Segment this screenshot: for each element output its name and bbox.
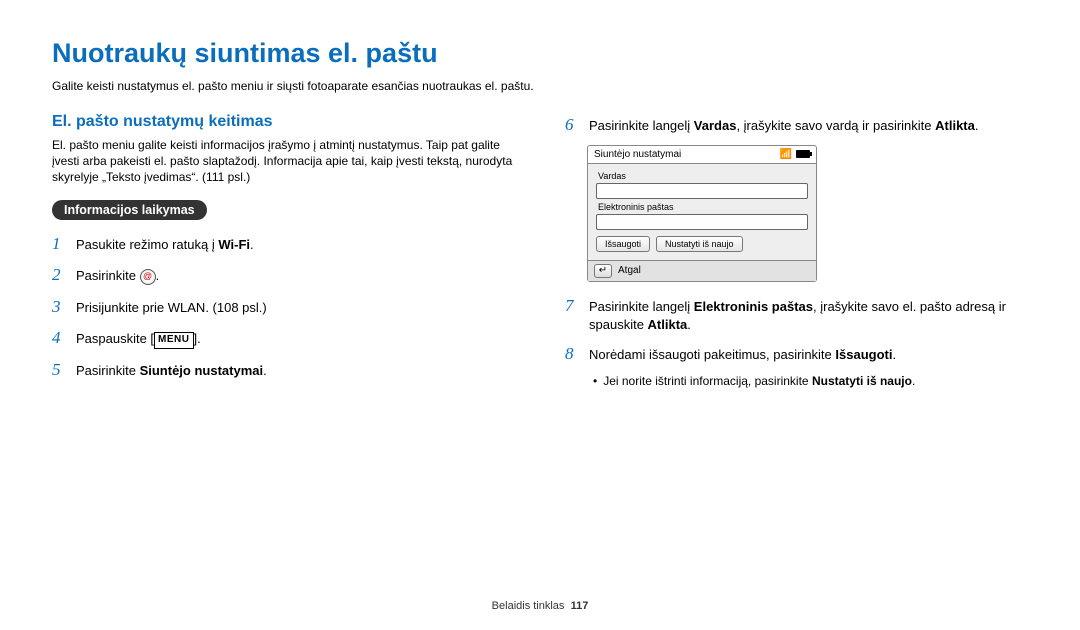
step-num: 5	[52, 358, 66, 383]
step-4: 4 Paspauskite [MENU].	[52, 326, 515, 351]
step-text: Pasirinkite @.	[76, 267, 159, 286]
device-label-email: Elektroninis paštas	[598, 202, 808, 212]
left-column: El. pašto nustatymų keitimas El. pašto m…	[52, 113, 515, 390]
step-1: 1 Pasukite režimo ratuką į Wi-Fi.	[52, 232, 515, 257]
right-column: 6 Pasirinkite langelį Vardas, įrašykite …	[565, 113, 1028, 390]
step-7: 7 Pasirinkite langelį Elektroninis pašta…	[565, 294, 1028, 336]
back-icon[interactable]: ↵	[594, 264, 612, 278]
device-status-icons	[780, 149, 810, 160]
page-intro: Galite keisti nustatymus el. pašto meniu…	[52, 79, 1028, 93]
step-2: 2 Pasirinkite @.	[52, 263, 515, 288]
device-header: Siuntėjo nustatymai	[588, 146, 816, 164]
device-label-name: Vardas	[598, 171, 808, 181]
step-text: Paspauskite [MENU].	[76, 330, 201, 349]
page-footer: Belaidis tinklas 117	[0, 600, 1080, 612]
step-5: 5 Pasirinkite Siuntėjo nustatymai.	[52, 358, 515, 383]
step-text: Pasirinkite langelį Elektroninis paštas,…	[589, 298, 1028, 336]
section-desc: El. pašto meniu galite keisti informacij…	[52, 137, 515, 186]
step-text: Norėdami išsaugoti pakeitimus, pasirinki…	[589, 346, 896, 365]
info-pill: Informacijos laikymas	[52, 200, 207, 220]
device-input-email[interactable]	[596, 214, 808, 230]
step-text: Pasirinkite Siuntėjo nustatymai.	[76, 362, 267, 381]
step-num: 4	[52, 326, 66, 351]
device-input-name[interactable]	[596, 183, 808, 199]
device-mockup: Siuntėjo nustatymai Vardas Elektroninis …	[587, 145, 817, 282]
footer-section: Belaidis tinklas	[492, 600, 565, 612]
step-num: 3	[52, 295, 66, 320]
device-title: Siuntėjo nustatymai	[594, 149, 681, 160]
sub-bullet: Jei norite ištrinti informaciją, pasirin…	[593, 374, 1028, 388]
device-back-label: Atgal	[618, 265, 641, 276]
right-steps-2: 7 Pasirinkite langelį Elektroninis pašta…	[565, 294, 1028, 367]
step-num: 6	[565, 113, 579, 138]
device-footer: ↵ Atgal	[588, 260, 816, 281]
device-body: Vardas Elektroninis paštas Išsaugoti Nus…	[588, 164, 816, 260]
device-save-button[interactable]: Išsaugoti	[596, 236, 650, 252]
step-3: 3 Prisijunkite prie WLAN. (108 psl.)	[52, 295, 515, 320]
step-num: 8	[565, 342, 579, 367]
footer-page-number: 117	[571, 600, 589, 612]
wifi-icon	[780, 149, 792, 160]
step-text: Prisijunkite prie WLAN. (108 psl.)	[76, 299, 267, 318]
content-columns: El. pašto nustatymų keitimas El. pašto m…	[52, 113, 1028, 390]
right-steps: 6 Pasirinkite langelį Vardas, įrašykite …	[565, 113, 1028, 138]
wifi-label: Wi-Fi	[218, 237, 250, 252]
page-title: Nuotraukų siuntimas el. paštu	[52, 38, 1028, 69]
step-text: Pasirinkite langelį Vardas, įrašykite sa…	[589, 117, 978, 136]
step-8: 8 Norėdami išsaugoti pakeitimus, pasirin…	[565, 342, 1028, 367]
battery-icon	[796, 150, 810, 158]
left-steps: 1 Pasukite režimo ratuką į Wi-Fi. 2 Pasi…	[52, 232, 515, 383]
email-icon: @	[140, 269, 156, 285]
menu-button-label: MENU	[154, 332, 193, 349]
step-num: 7	[565, 294, 579, 319]
step-text: Pasukite režimo ratuką į Wi-Fi.	[76, 236, 254, 255]
section-title: El. pašto nustatymų keitimas	[52, 113, 515, 131]
step-6: 6 Pasirinkite langelį Vardas, įrašykite …	[565, 113, 1028, 138]
step-num: 1	[52, 232, 66, 257]
device-reset-button[interactable]: Nustatyti iš naujo	[656, 236, 743, 252]
sub-text: Jei norite ištrinti informaciją, pasirin…	[603, 374, 915, 388]
step-num: 2	[52, 263, 66, 288]
